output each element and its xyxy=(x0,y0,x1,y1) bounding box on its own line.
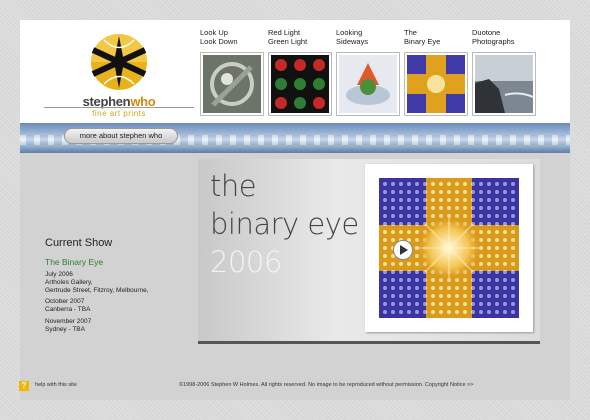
metal-artwork-icon xyxy=(200,52,264,116)
thumb-caption: Red Light Green Light xyxy=(268,28,308,46)
thumb-looking-sideways[interactable]: Looking Sideways xyxy=(336,28,400,116)
site-logo[interactable]: stephenwho fine art prints xyxy=(44,30,194,120)
binary-eye-feature-icon xyxy=(379,178,519,318)
thumb-look-up-look-down[interactable]: Look Up Look Down xyxy=(200,28,264,116)
more-about-button[interactable]: more about stephen who xyxy=(64,128,178,144)
thumb-caption: Looking Sideways xyxy=(336,28,369,46)
binary-eye-artwork-icon xyxy=(404,52,468,116)
show-entry: July 2006 Artholes Gallery, Gertrude Stree… xyxy=(45,271,149,294)
feature-title-line1: the xyxy=(210,169,257,203)
logo-emblem-icon xyxy=(91,34,147,90)
thumb-caption: The Binary Eye xyxy=(404,28,441,46)
red-green-grid-artwork-icon xyxy=(268,52,332,116)
page-frame: stephenwho fine art prints Look Up Look D… xyxy=(20,20,570,400)
thumb-duotone-photographs[interactable]: Duotone Photographs xyxy=(472,28,536,116)
play-button[interactable] xyxy=(393,240,413,260)
feature-year: 2006 xyxy=(210,245,282,279)
copyright-notice[interactable]: ©1998-2006 Stephen W Holmes. All rights … xyxy=(179,382,473,388)
feature-title-line2: binary eye xyxy=(210,207,359,241)
current-show-heading: Current Show xyxy=(45,237,113,249)
show-entry: November 2007 Sydney - TBA xyxy=(45,318,92,333)
feature-panel: the binary eye 2006 xyxy=(198,159,540,344)
glass-sculpture-artwork-icon xyxy=(336,52,400,116)
thumb-binary-eye[interactable]: The Binary Eye xyxy=(404,28,468,116)
current-show-name[interactable]: The Binary Eye xyxy=(45,257,103,267)
thumb-caption: Look Up Look Down xyxy=(200,28,238,46)
show-entry: October 2007 Canberra - TBA xyxy=(45,298,91,313)
thumb-red-light-green-light[interactable]: Red Light Green Light xyxy=(268,28,332,116)
help-link[interactable]: help with this site xyxy=(35,382,77,388)
feature-image[interactable] xyxy=(365,164,533,332)
help-icon[interactable]: ? xyxy=(19,381,29,391)
header: stephenwho fine art prints Look Up Look D… xyxy=(20,20,570,125)
main-content: Current Show The Binary Eye July 2006 Art… xyxy=(20,153,570,400)
logo-tagline: fine art prints xyxy=(92,109,146,118)
coast-photo-icon xyxy=(472,52,536,116)
logo-rule xyxy=(44,107,194,108)
thumb-caption: Duotone Photographs xyxy=(472,28,515,46)
